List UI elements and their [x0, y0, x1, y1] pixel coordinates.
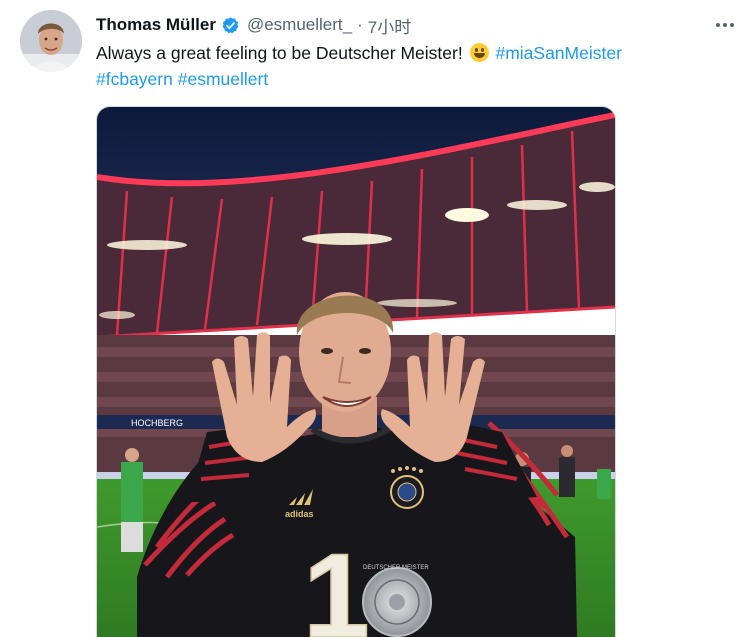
- more-options-icon[interactable]: [710, 10, 740, 40]
- tweet-text-body: Always a great feeling to be Deutscher M…: [96, 43, 463, 63]
- ad-board-text: HOCHBERG: [131, 418, 183, 428]
- grinning-face-emoji-icon: [469, 43, 489, 62]
- tweet-media-photo[interactable]: HOCHBERG adidas 1 DEUTSCHER MEISTER: [96, 106, 616, 637]
- stadium-celebration-photo: HOCHBERG adidas 1 DEUTSCHER MEISTER: [97, 107, 615, 637]
- verified-badge-icon: [221, 16, 240, 35]
- hashtag-esmuellert[interactable]: #esmuellert: [178, 69, 268, 89]
- author-handle[interactable]: @esmuellert_: [247, 15, 352, 35]
- header-separator: ·: [357, 15, 363, 34]
- avatar-photo: [20, 10, 82, 72]
- jersey-number: 1: [303, 529, 370, 637]
- author-avatar[interactable]: [20, 10, 82, 72]
- medal-text: DEUTSCHER MEISTER: [363, 565, 429, 571]
- tweet-text: Always a great feeling to be Deutscher M…: [96, 40, 696, 92]
- tweet-header: Thomas Müller @esmuellert_ · 7小时: [96, 12, 411, 38]
- hashtag-miasanmeister[interactable]: #miaSanMeister: [495, 43, 621, 63]
- tweet-timestamp[interactable]: 7小时: [368, 13, 411, 38]
- adidas-wordmark-text: adidas: [285, 509, 314, 519]
- author-name[interactable]: Thomas Müller: [96, 15, 216, 35]
- hashtag-fcbayern[interactable]: #fcbayern: [96, 69, 173, 89]
